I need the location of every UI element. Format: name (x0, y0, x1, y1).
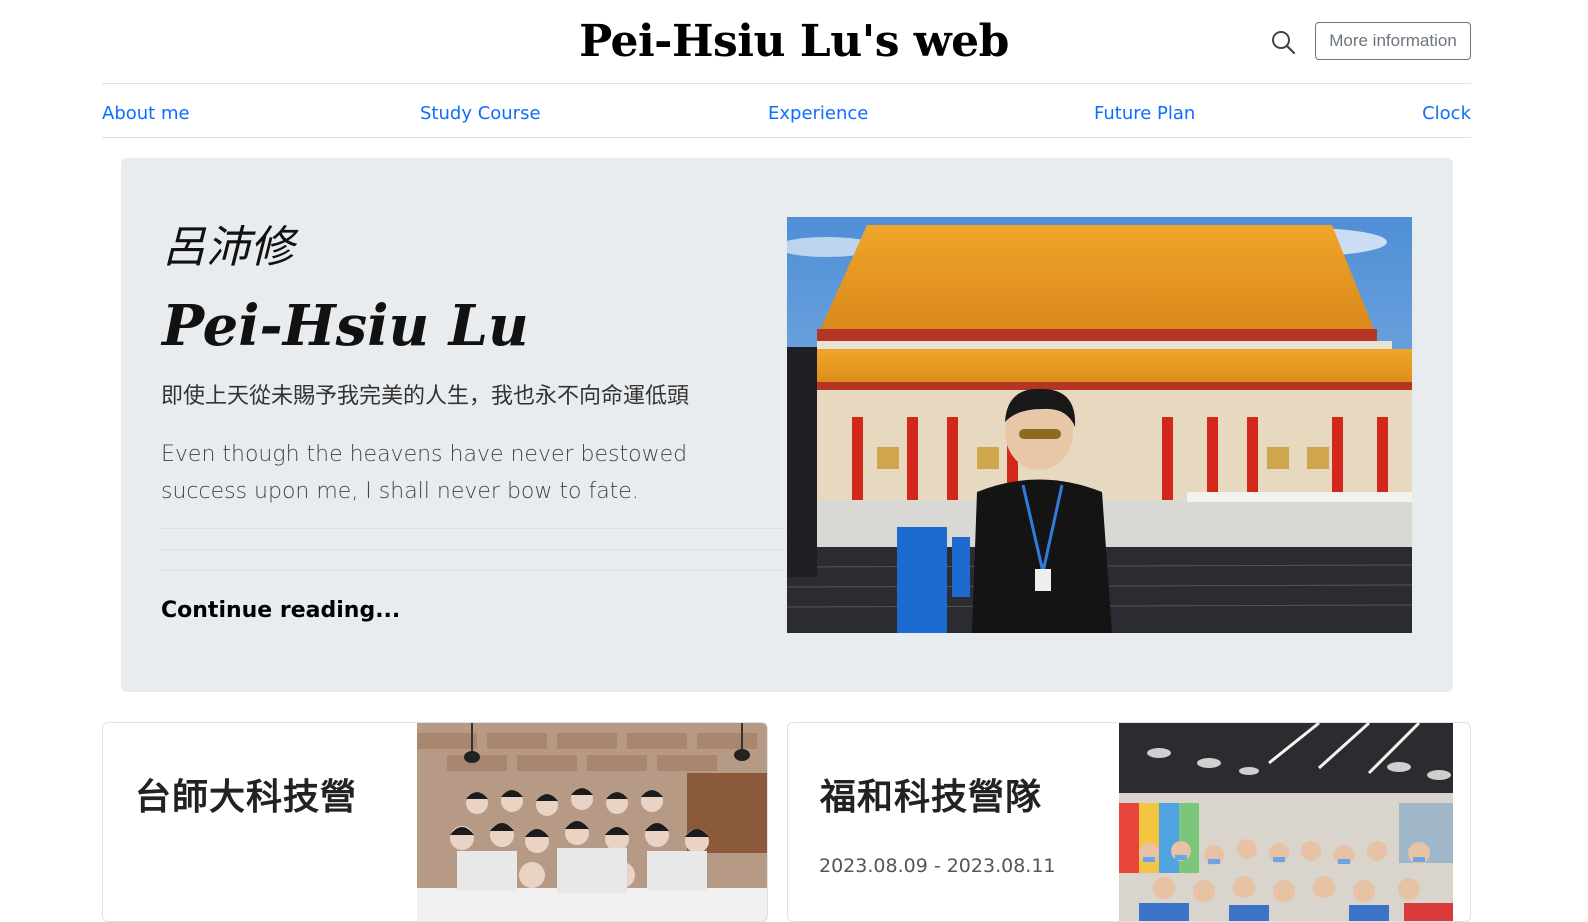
nav-item-study-course[interactable]: Study Course (420, 98, 541, 130)
nav-item-about-me[interactable]: About me (102, 98, 190, 130)
hero-name-chinese: 呂沛修 (162, 222, 294, 273)
header-divider (102, 83, 1471, 84)
card-title: 台師大科技營 (135, 777, 358, 818)
experience-card-ntnu-camp[interactable]: 台師大科技營 (102, 722, 768, 922)
hero-quote-english: Even though the heavens have never besto… (161, 442, 688, 504)
card-title: 福和科技營隊 (820, 777, 1043, 818)
nav-item-clock[interactable]: Clock (1422, 98, 1471, 130)
nav-divider (102, 137, 1471, 138)
card-photo (417, 723, 767, 921)
hero-name-english: Pei-Hsiu Lu (162, 293, 529, 359)
hero-photo (787, 217, 1412, 633)
nav-item-future-plan[interactable]: Future Plan (1094, 98, 1195, 130)
hero-divider (160, 570, 787, 571)
nav-item-experience[interactable]: Experience (768, 98, 868, 130)
continue-reading-link[interactable]: Continue reading... (161, 594, 400, 628)
search-icon[interactable] (1270, 29, 1296, 55)
card-photo (1119, 723, 1453, 921)
main-nav: About me Study Course Experience Future … (102, 98, 1471, 130)
experience-card-fuho-camp[interactable]: 福和科技營隊 2023.08.09 - 2023.08.11 (787, 722, 1471, 922)
card-date: 2023.08.09 - 2023.08.11 (819, 855, 1056, 877)
hero-divider (160, 549, 787, 550)
more-information-button[interactable]: More information (1315, 22, 1471, 60)
hero-quote-chinese: 即使上天從未賜予我完美的人生，我也永不向命運低頭 (161, 384, 690, 409)
hero-divider (160, 528, 787, 529)
